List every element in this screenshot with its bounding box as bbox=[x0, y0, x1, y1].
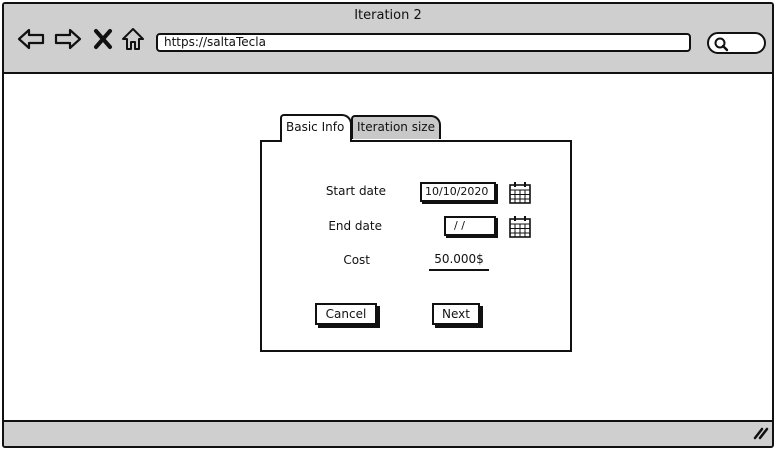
start-date-field[interactable]: 10/10/2020 bbox=[420, 182, 496, 202]
tab-basic-info[interactable]: Basic Info bbox=[280, 114, 352, 142]
close-icon[interactable] bbox=[88, 24, 118, 54]
tab-panel: Start date 10/10/2020 End date / / Cost … bbox=[260, 140, 572, 352]
start-date-label: Start date bbox=[325, 184, 386, 198]
window-title: Iteration 2 bbox=[354, 8, 422, 23]
status-bar bbox=[4, 420, 772, 446]
end-date-field[interactable]: / / bbox=[444, 216, 496, 236]
arrow-right-icon[interactable] bbox=[53, 24, 83, 54]
home-icon[interactable] bbox=[118, 24, 148, 54]
search-input[interactable] bbox=[707, 32, 766, 54]
search-icon bbox=[713, 36, 729, 56]
end-date-label: End date bbox=[328, 219, 382, 233]
browser-window: Iteration 2 https://saltaTecla Iteration… bbox=[2, 2, 774, 448]
tab-iteration-size[interactable]: Iteration size bbox=[351, 115, 441, 139]
calendar-icon[interactable] bbox=[508, 181, 532, 209]
cost-value: 50.000$ bbox=[429, 252, 489, 271]
browser-toolbar: Iteration 2 https://saltaTecla bbox=[4, 4, 772, 74]
url-input[interactable]: https://saltaTecla bbox=[156, 33, 691, 52]
cost-label: Cost bbox=[343, 253, 370, 267]
arrow-left-icon[interactable] bbox=[16, 24, 46, 54]
resize-handle-icon[interactable] bbox=[752, 424, 770, 444]
cancel-button[interactable]: Cancel bbox=[315, 303, 377, 325]
next-button[interactable]: Next bbox=[432, 303, 480, 325]
page-content: Iteration size Basic Info Start date 10/… bbox=[4, 74, 772, 422]
calendar-icon[interactable] bbox=[508, 215, 532, 243]
